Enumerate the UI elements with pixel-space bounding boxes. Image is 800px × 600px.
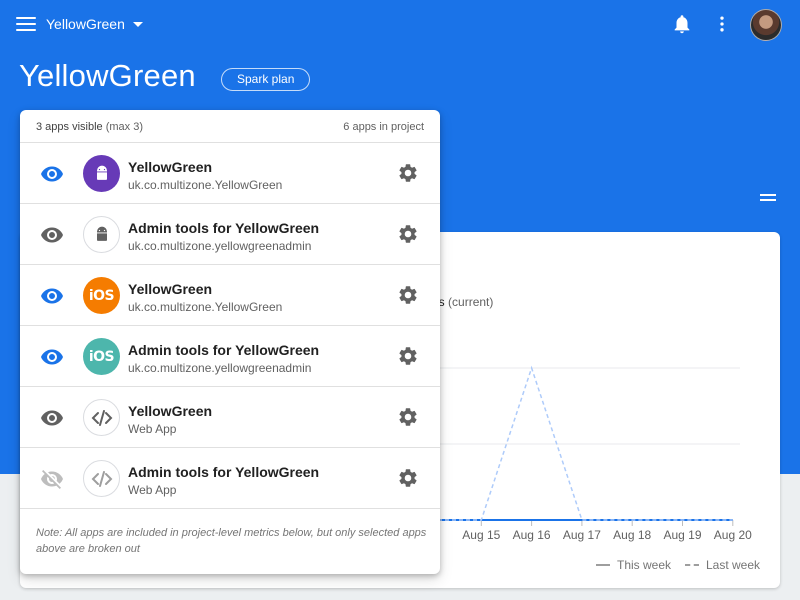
menu-icon[interactable] — [16, 15, 36, 33]
visibility-icon[interactable] — [40, 223, 64, 247]
project-app-count: 6 apps in project — [343, 121, 424, 133]
x-tick-label: Aug 15 — [462, 528, 500, 542]
page-title: YellowGreen — [19, 58, 196, 93]
avatar[interactable] — [750, 9, 782, 41]
legend-this-week-label: This week — [617, 558, 672, 572]
app-row: YellowGreen Web App — [20, 387, 440, 448]
code-icon — [83, 399, 120, 436]
project-switcher[interactable]: YellowGreen — [46, 14, 143, 34]
app-visibility-panel: 3 apps visible (max 3) 6 apps in project… — [20, 110, 440, 574]
x-tick-label: Aug 18 — [613, 528, 651, 542]
visibility-icon[interactable] — [40, 406, 64, 430]
android-icon — [83, 155, 120, 192]
android-icon — [83, 216, 120, 253]
app-row: iOS YellowGreen uk.co.multizone.YellowGree… — [20, 265, 440, 326]
plan-chip[interactable]: Spark plan — [221, 68, 311, 91]
app-id: uk.co.multizone.YellowGreen — [128, 300, 283, 314]
x-tick-label: Aug 17 — [563, 528, 601, 542]
legend-last-week-label: Last week — [706, 558, 761, 572]
code-icon — [83, 460, 120, 497]
ios-icon: iOS — [83, 338, 120, 375]
app-id: Web App — [128, 483, 177, 497]
panel-note: Note: All apps are included in project-l… — [36, 527, 427, 555]
ios-icon: iOS — [83, 277, 120, 314]
visibility-off-icon[interactable] — [40, 467, 64, 491]
visibility-icon[interactable] — [40, 345, 64, 369]
project-switcher-label: YellowGreen — [46, 16, 125, 32]
panel-header: 3 apps visible (max 3) 6 apps in project — [20, 110, 440, 143]
visibility-icon[interactable] — [40, 162, 64, 186]
dashed-line-icon — [685, 564, 699, 566]
visible-count: 3 apps visible (max 3) — [36, 121, 143, 133]
gear-icon[interactable] — [397, 284, 419, 306]
app-name: YellowGreen — [128, 281, 213, 297]
gear-icon[interactable] — [397, 162, 419, 184]
solid-line-icon — [596, 564, 610, 566]
app-list: YellowGreen uk.co.multizone.YellowGreen Ad… — [20, 143, 440, 509]
app-id: Web App — [128, 422, 177, 436]
drag-handle-icon[interactable] — [760, 194, 776, 202]
more-vert-icon[interactable] — [712, 13, 732, 35]
visibility-icon[interactable] — [40, 284, 64, 308]
app-id: uk.co.multizone.yellowgreenadmin — [128, 361, 312, 375]
gear-icon[interactable] — [397, 406, 419, 428]
legend-last-week: Last week — [685, 558, 760, 572]
x-tick-label: Aug 19 — [663, 528, 701, 542]
app-id: uk.co.multizone.YellowGreen — [128, 178, 283, 192]
gear-icon[interactable] — [397, 223, 419, 245]
visible-max-text: (max 3) — [105, 121, 143, 133]
app-name: Admin tools for YellowGreen — [128, 342, 320, 358]
gear-icon[interactable] — [397, 345, 419, 367]
gear-icon[interactable] — [397, 467, 419, 489]
bell-icon[interactable] — [671, 13, 693, 35]
app-name: YellowGreen — [128, 403, 213, 419]
x-tick-label: Aug 20 — [714, 528, 752, 542]
app-row: iOS Admin tools for YellowGreen uk.co.mult… — [20, 326, 440, 387]
legend-this-week: This week — [596, 558, 671, 572]
caret-down-icon — [132, 21, 143, 27]
x-tick-label: Aug 16 — [513, 528, 551, 542]
app-row: Admin tools for YellowGreen Web App — [20, 448, 440, 509]
app-row: YellowGreen uk.co.multizone.YellowGreen — [20, 143, 440, 204]
visible-count-text: 3 apps visible — [36, 121, 103, 133]
app-name: Admin tools for YellowGreen — [128, 464, 320, 480]
app-id: uk.co.multizone.yellowgreenadmin — [128, 239, 312, 253]
app-row: Admin tools for YellowGreen uk.co.multizo… — [20, 204, 440, 265]
app-name: YellowGreen — [128, 159, 213, 175]
app-name: Admin tools for YellowGreen — [128, 220, 320, 236]
